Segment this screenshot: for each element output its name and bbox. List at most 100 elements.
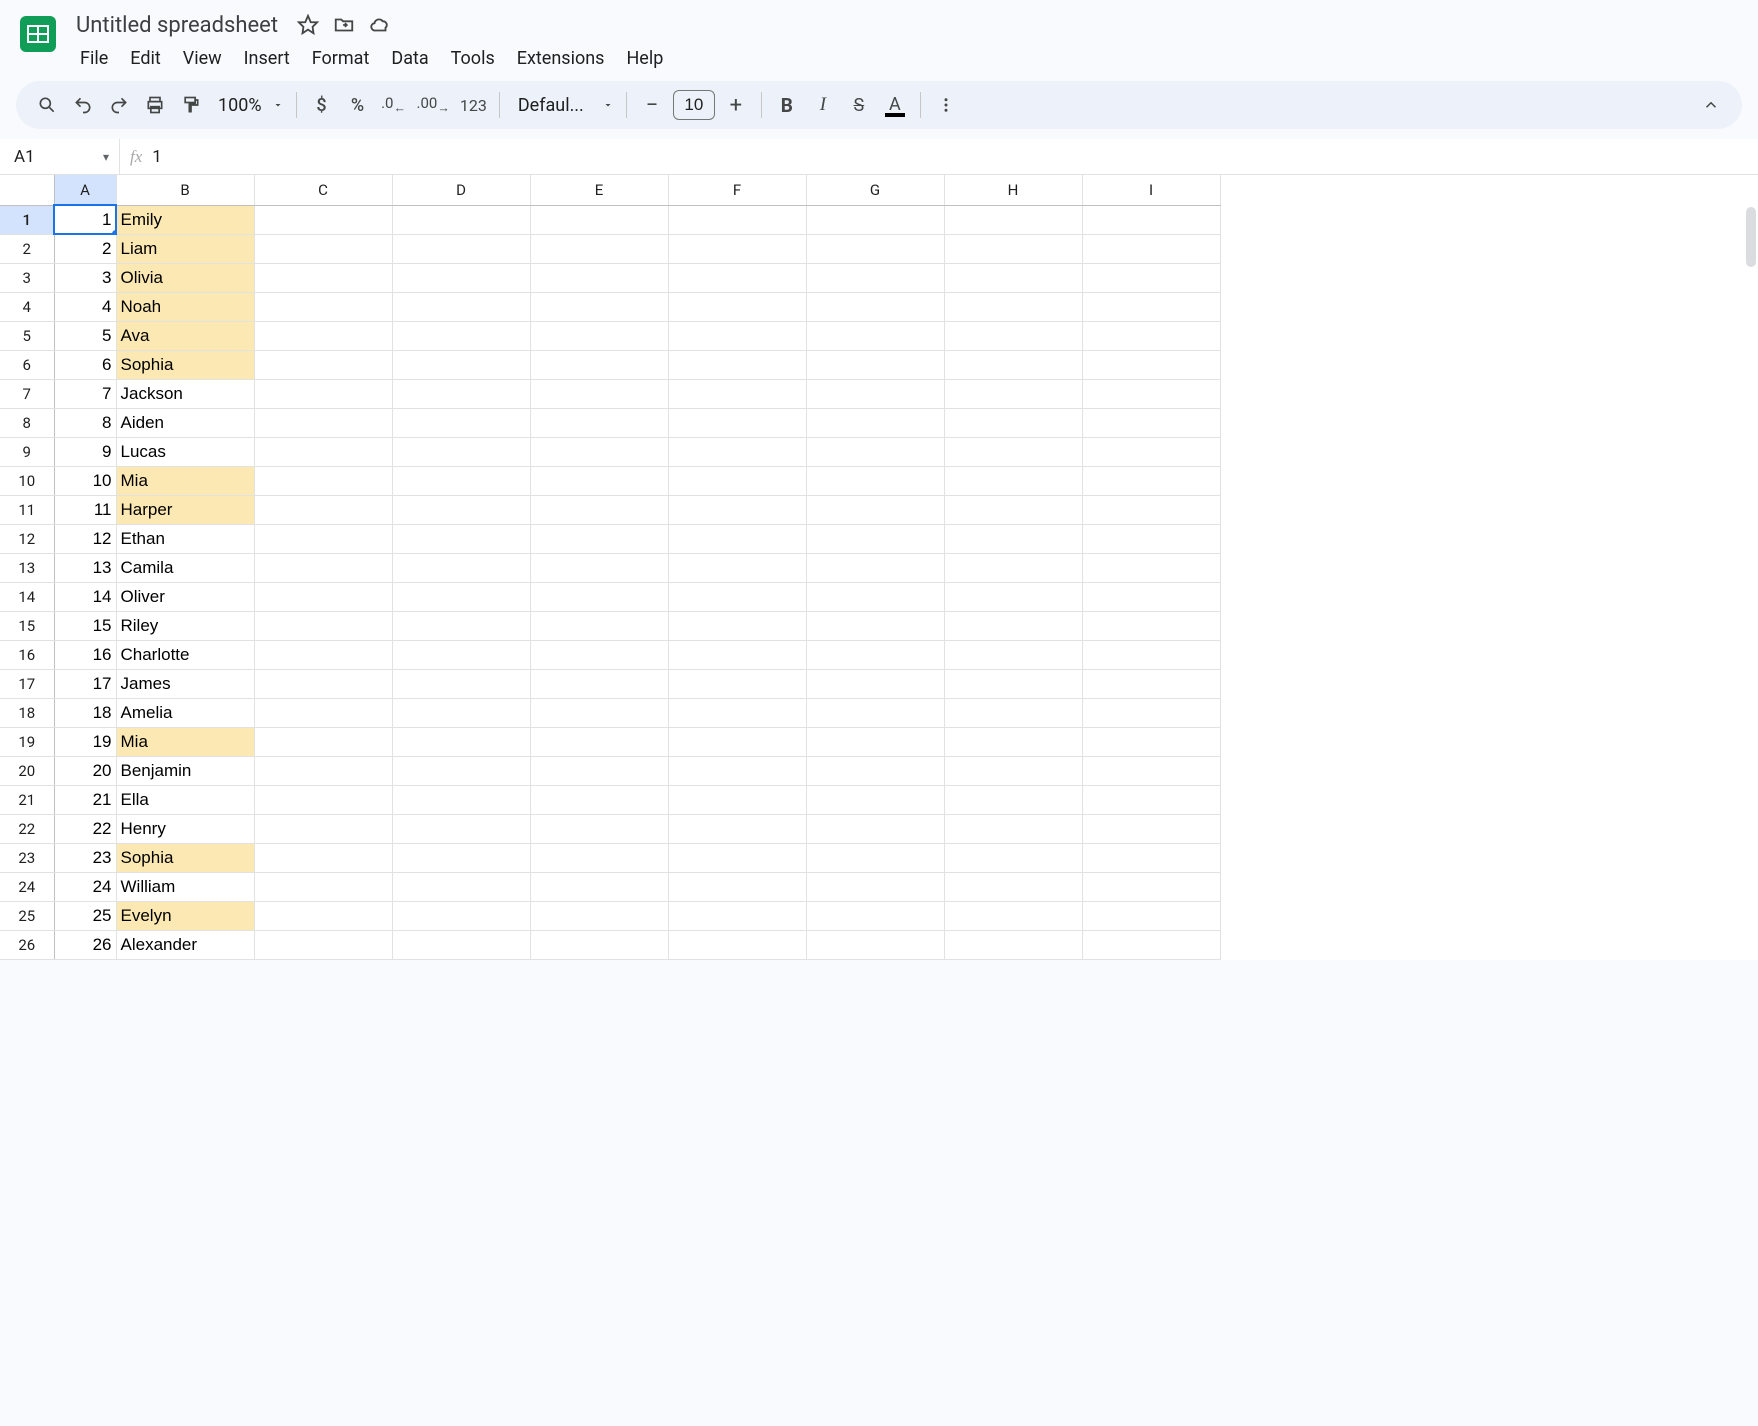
cell-B21[interactable]: Ella	[116, 785, 254, 814]
cell-A14[interactable]: 14	[54, 582, 116, 611]
cell-B16[interactable]: Charlotte	[116, 640, 254, 669]
cell-G12[interactable]	[806, 524, 944, 553]
cell-I11[interactable]	[1082, 495, 1220, 524]
spreadsheet-grid[interactable]: ABCDEFGHI11Emily22Liam33Olivia44Noah55Av…	[0, 175, 1758, 960]
cell-B3[interactable]: Olivia	[116, 263, 254, 292]
cell-D15[interactable]	[392, 611, 530, 640]
cell-A10[interactable]: 10	[54, 466, 116, 495]
cell-D5[interactable]	[392, 321, 530, 350]
cell-H25[interactable]	[944, 901, 1082, 930]
row-header[interactable]: 21	[0, 785, 54, 814]
row-header[interactable]: 3	[0, 263, 54, 292]
cell-G7[interactable]	[806, 379, 944, 408]
vertical-scrollbar[interactable]	[1746, 207, 1756, 267]
cell-D3[interactable]	[392, 263, 530, 292]
cell-F12[interactable]	[668, 524, 806, 553]
cell-I12[interactable]	[1082, 524, 1220, 553]
cell-H7[interactable]	[944, 379, 1082, 408]
cell-F11[interactable]	[668, 495, 806, 524]
cell-C16[interactable]	[254, 640, 392, 669]
row-header[interactable]: 6	[0, 350, 54, 379]
cell-D18[interactable]	[392, 698, 530, 727]
cell-E24[interactable]	[530, 872, 668, 901]
cell-G1[interactable]	[806, 205, 944, 234]
cell-C2[interactable]	[254, 234, 392, 263]
cell-D17[interactable]	[392, 669, 530, 698]
cell-H18[interactable]	[944, 698, 1082, 727]
cell-H17[interactable]	[944, 669, 1082, 698]
cell-H20[interactable]	[944, 756, 1082, 785]
cell-I3[interactable]	[1082, 263, 1220, 292]
cell-E10[interactable]	[530, 466, 668, 495]
cell-C6[interactable]	[254, 350, 392, 379]
cell-G21[interactable]	[806, 785, 944, 814]
cell-I16[interactable]	[1082, 640, 1220, 669]
strikethrough-button[interactable]: S	[842, 88, 876, 122]
cell-D10[interactable]	[392, 466, 530, 495]
cell-H9[interactable]	[944, 437, 1082, 466]
cell-B6[interactable]: Sophia	[116, 350, 254, 379]
cell-C14[interactable]	[254, 582, 392, 611]
star-icon[interactable]	[296, 13, 320, 37]
cell-D11[interactable]	[392, 495, 530, 524]
cell-A24[interactable]: 24	[54, 872, 116, 901]
row-header[interactable]: 4	[0, 292, 54, 321]
menu-tools[interactable]: Tools	[441, 44, 505, 73]
row-header[interactable]: 25	[0, 901, 54, 930]
cell-A8[interactable]: 8	[54, 408, 116, 437]
cell-H15[interactable]	[944, 611, 1082, 640]
cell-I25[interactable]	[1082, 901, 1220, 930]
row-header[interactable]: 17	[0, 669, 54, 698]
cell-D13[interactable]	[392, 553, 530, 582]
cell-F25[interactable]	[668, 901, 806, 930]
cell-C22[interactable]	[254, 814, 392, 843]
cell-A1[interactable]: 1	[54, 205, 116, 234]
cell-I6[interactable]	[1082, 350, 1220, 379]
row-header[interactable]: 5	[0, 321, 54, 350]
cell-F4[interactable]	[668, 292, 806, 321]
cell-I14[interactable]	[1082, 582, 1220, 611]
menu-format[interactable]: Format	[302, 44, 380, 73]
column-header-E[interactable]: E	[530, 175, 668, 205]
cell-G19[interactable]	[806, 727, 944, 756]
row-header[interactable]: 13	[0, 553, 54, 582]
row-header[interactable]: 26	[0, 930, 54, 959]
cell-B8[interactable]: Aiden	[116, 408, 254, 437]
cell-A15[interactable]: 15	[54, 611, 116, 640]
font-size-input[interactable]	[673, 90, 715, 120]
column-header-G[interactable]: G	[806, 175, 944, 205]
cell-C24[interactable]	[254, 872, 392, 901]
more-formats-button[interactable]: 123	[456, 88, 491, 122]
cell-F7[interactable]	[668, 379, 806, 408]
row-header[interactable]: 15	[0, 611, 54, 640]
cell-H22[interactable]	[944, 814, 1082, 843]
cell-C25[interactable]	[254, 901, 392, 930]
cell-E13[interactable]	[530, 553, 668, 582]
cell-E4[interactable]	[530, 292, 668, 321]
cell-G23[interactable]	[806, 843, 944, 872]
cell-D20[interactable]	[392, 756, 530, 785]
row-header[interactable]: 20	[0, 756, 54, 785]
cell-E2[interactable]	[530, 234, 668, 263]
cell-E20[interactable]	[530, 756, 668, 785]
cell-F17[interactable]	[668, 669, 806, 698]
cell-B4[interactable]: Noah	[116, 292, 254, 321]
row-header[interactable]: 24	[0, 872, 54, 901]
cell-B26[interactable]: Alexander	[116, 930, 254, 959]
cell-I5[interactable]	[1082, 321, 1220, 350]
cell-A26[interactable]: 26	[54, 930, 116, 959]
cell-A22[interactable]: 22	[54, 814, 116, 843]
menu-extensions[interactable]: Extensions	[507, 44, 615, 73]
cell-H16[interactable]	[944, 640, 1082, 669]
column-header-B[interactable]: B	[116, 175, 254, 205]
cell-A2[interactable]: 2	[54, 234, 116, 263]
cell-I2[interactable]	[1082, 234, 1220, 263]
row-header[interactable]: 7	[0, 379, 54, 408]
cell-B11[interactable]: Harper	[116, 495, 254, 524]
increase-decimal-icon[interactable]: .00→	[413, 88, 454, 122]
row-header[interactable]: 8	[0, 408, 54, 437]
cell-G13[interactable]	[806, 553, 944, 582]
cell-C11[interactable]	[254, 495, 392, 524]
cell-C4[interactable]	[254, 292, 392, 321]
cell-H21[interactable]	[944, 785, 1082, 814]
